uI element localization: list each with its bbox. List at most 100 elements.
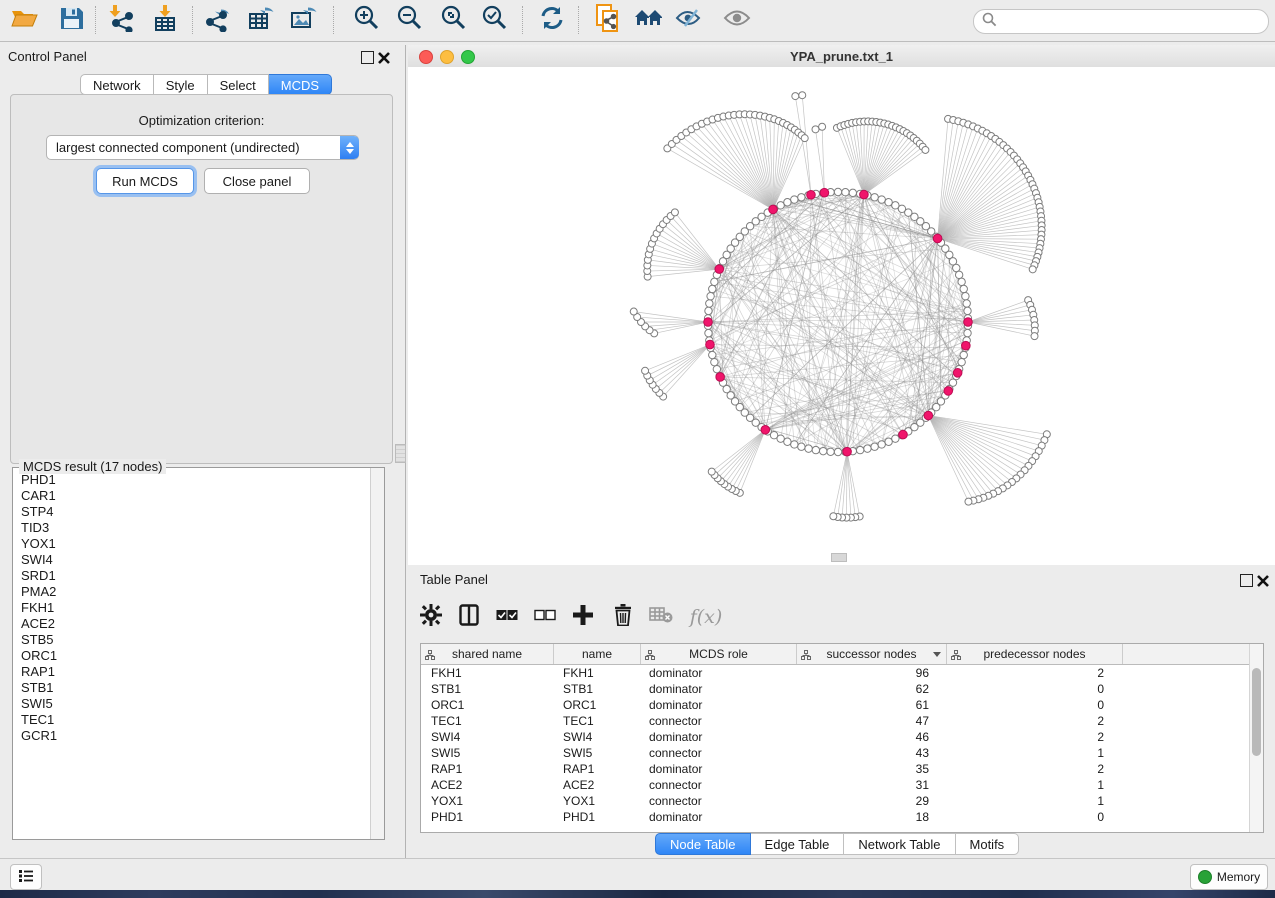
tab-style[interactable]: Style: [154, 74, 208, 95]
network-canvas[interactable]: [408, 67, 1275, 565]
import-network-button[interactable]: [106, 5, 138, 35]
first-neighbors-button[interactable]: [633, 5, 665, 35]
mcds-node-item[interactable]: TEC1: [21, 712, 370, 728]
optimization-dropdown[interactable]: largest connected component (undirected): [46, 135, 359, 160]
run-mcds-button[interactable]: Run MCDS: [96, 168, 194, 194]
tab-select[interactable]: Select: [208, 74, 269, 95]
mcds-node-item[interactable]: PMA2: [21, 584, 370, 600]
memory-button[interactable]: Memory: [1190, 864, 1268, 890]
delete-column-button[interactable]: [608, 602, 638, 632]
mcds-node-item[interactable]: GCR1: [21, 728, 370, 744]
mcds-node-item[interactable]: YOX1: [21, 536, 370, 552]
cell-name: SWI5: [553, 745, 639, 761]
mcds-node-item[interactable]: SWI4: [21, 552, 370, 568]
table-row[interactable]: YOX1YOX1connector291: [421, 793, 1249, 809]
cell-predecessor-nodes: 0: [943, 809, 1118, 825]
zoom-out-button[interactable]: [393, 5, 425, 35]
mcds-node-item[interactable]: PHD1: [21, 472, 370, 488]
column-layout-button[interactable]: [454, 602, 484, 632]
tab-node-table[interactable]: Node Table: [655, 833, 751, 855]
mcds-node-item[interactable]: FKH1: [21, 600, 370, 616]
export-table-button[interactable]: [245, 5, 277, 35]
table-scrollbar[interactable]: [1249, 644, 1263, 832]
table-row[interactable]: ORC1ORC1dominator610: [421, 697, 1249, 713]
mcds-node-item[interactable]: RAP1: [21, 664, 370, 680]
show-all-button[interactable]: [721, 5, 753, 35]
table-panel: Table Panel f(x) shared namenameMCDS rol…: [408, 568, 1275, 858]
task-list-button[interactable]: [10, 864, 42, 890]
table-scrollbar-thumb[interactable]: [1252, 668, 1261, 756]
open-folder-icon: [10, 6, 38, 35]
column-header-MCDS-role[interactable]: MCDS role: [641, 644, 797, 664]
table-toolbar: f(x): [408, 592, 1275, 640]
cell-MCDS-role: dominator: [639, 809, 794, 825]
network-window-titlebar[interactable]: YPA_prune.txt_1: [408, 45, 1275, 68]
optimization-label: Optimization criterion:: [11, 113, 392, 128]
close-table-panel-icon[interactable]: [1257, 574, 1269, 586]
close-panel-button[interactable]: Close panel: [204, 168, 310, 194]
table-row[interactable]: STB1STB1dominator620: [421, 681, 1249, 697]
cell-name: ACE2: [553, 777, 639, 793]
cell-predecessor-nodes: 2: [943, 761, 1118, 777]
open-file-button[interactable]: [8, 5, 40, 35]
mcds-node-item[interactable]: SWI5: [21, 696, 370, 712]
zoom-fit-button[interactable]: [437, 5, 469, 35]
select-all-button[interactable]: [492, 602, 522, 632]
toolbar-separator: [578, 6, 579, 34]
cell-shared-name: RAP1: [421, 761, 553, 777]
table-row[interactable]: FKH1FKH1dominator962: [421, 665, 1249, 681]
close-panel-icon[interactable]: [378, 51, 390, 63]
mcds-result-list[interactable]: PHD1CAR1STP4TID3YOX1SWI4SRD1PMA2FKH1ACE2…: [13, 472, 370, 839]
tab-motifs[interactable]: Motifs: [956, 833, 1020, 855]
mcds-node-item[interactable]: STB5: [21, 632, 370, 648]
hierarchy-icon: [645, 649, 655, 663]
mcds-node-item[interactable]: ACE2: [21, 616, 370, 632]
table-row[interactable]: PHD1PHD1dominator180: [421, 809, 1249, 825]
table-row[interactable]: TEC1TEC1connector472: [421, 713, 1249, 729]
cell-name: RAP1: [553, 761, 639, 777]
zoom-selected-button[interactable]: [478, 5, 510, 35]
hide-selected-button[interactable]: [673, 5, 705, 35]
add-column-button[interactable]: [568, 602, 598, 632]
import-table-button[interactable]: [149, 5, 181, 35]
column-header-successor-nodes[interactable]: successor nodes: [797, 644, 947, 664]
optimization-value: largest connected component (undirected): [47, 140, 340, 155]
mcds-node-item[interactable]: TID3: [21, 520, 370, 536]
zoom-in-button[interactable]: [350, 5, 382, 35]
cell-shared-name: SWI4: [421, 729, 553, 745]
float-panel-icon[interactable]: [361, 51, 374, 64]
tab-network-table[interactable]: Network Table: [844, 833, 955, 855]
mcds-node-item[interactable]: STP4: [21, 504, 370, 520]
column-header-predecessor-nodes[interactable]: predecessor nodes: [947, 644, 1123, 664]
tab-network[interactable]: Network: [80, 74, 154, 95]
network-graph[interactable]: [408, 67, 1275, 565]
function-builder-button[interactable]: f(x): [684, 602, 728, 632]
tab-mcds[interactable]: MCDS: [269, 74, 332, 95]
export-network-button[interactable]: [202, 5, 234, 35]
delete-table-button[interactable]: [646, 602, 676, 632]
duplicate-network-button[interactable]: [592, 5, 624, 35]
cell-successor-nodes: 62: [794, 681, 943, 697]
table-row[interactable]: RAP1RAP1dominator352: [421, 761, 1249, 777]
search-input[interactable]: [1001, 13, 1268, 30]
save-session-button[interactable]: [55, 5, 87, 35]
deselect-all-button[interactable]: [530, 602, 560, 632]
vertical-splitter-handle[interactable]: [395, 444, 406, 463]
float-table-panel-icon[interactable]: [1240, 574, 1253, 587]
column-header-name[interactable]: name: [554, 644, 641, 664]
mcds-node-item[interactable]: ORC1: [21, 648, 370, 664]
mcds-node-item[interactable]: STB1: [21, 680, 370, 696]
table-row[interactable]: SWI4SWI4dominator462: [421, 729, 1249, 745]
table-settings-button[interactable]: [416, 602, 446, 632]
refresh-button[interactable]: [536, 5, 568, 35]
tab-edge-table[interactable]: Edge Table: [751, 833, 845, 855]
horizontal-splitter-handle[interactable]: [831, 553, 847, 562]
table-row[interactable]: SWI5SWI5connector431: [421, 745, 1249, 761]
export-image-button[interactable]: [287, 5, 319, 35]
table-row[interactable]: ACE2ACE2connector311: [421, 777, 1249, 793]
mcds-node-item[interactable]: CAR1: [21, 488, 370, 504]
mcds-list-scrollbar[interactable]: [370, 468, 384, 839]
mcds-node-item[interactable]: SRD1: [21, 568, 370, 584]
hierarchy-icon: [425, 649, 435, 663]
column-header-shared-name[interactable]: shared name: [421, 644, 554, 664]
